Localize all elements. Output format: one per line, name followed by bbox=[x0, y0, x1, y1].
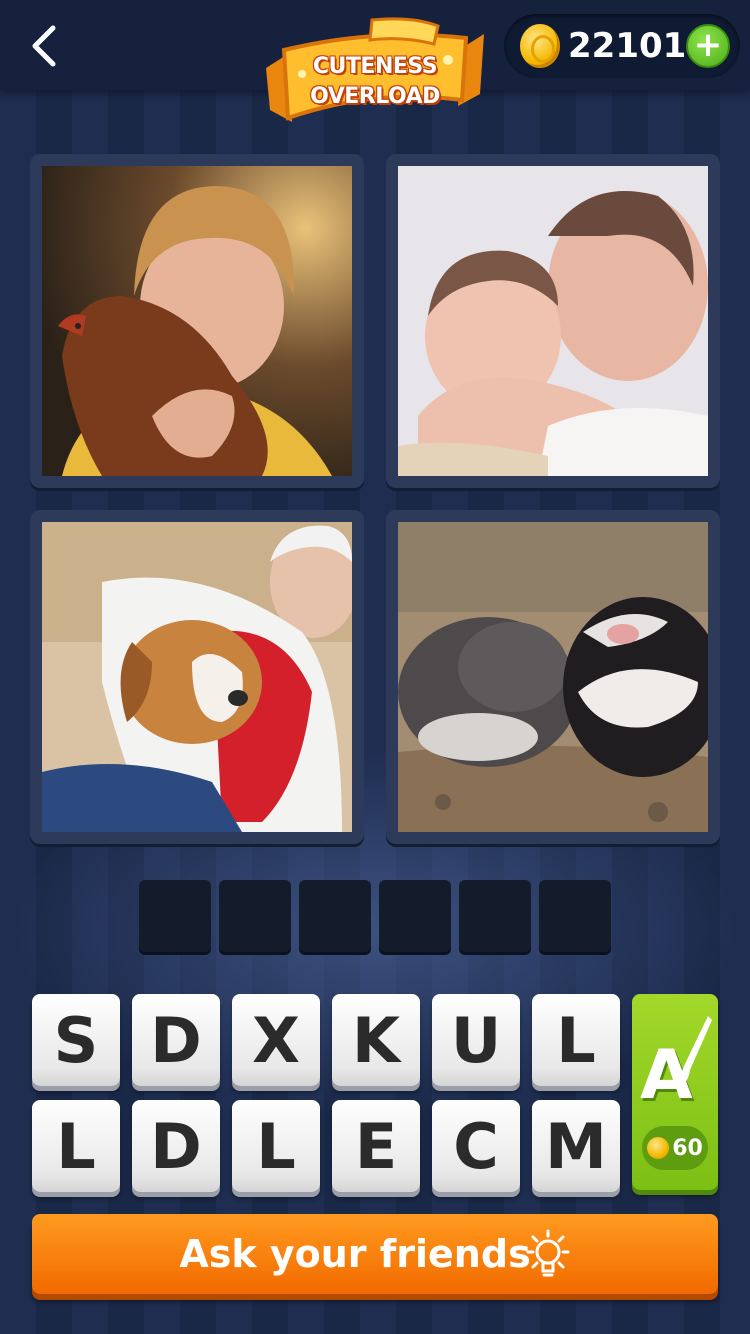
photo-frame-2 bbox=[386, 154, 720, 488]
level-pack-banner: CUTENESS OVERLOAD bbox=[262, 14, 488, 126]
letter-tile[interactable]: U bbox=[432, 994, 520, 1086]
photo-two-penguins bbox=[398, 522, 708, 832]
coin-balance: 22101 + bbox=[504, 14, 740, 78]
lightbulb-icon bbox=[526, 1229, 570, 1277]
letter-tile[interactable]: S bbox=[32, 994, 120, 1086]
letter-tile[interactable]: L bbox=[232, 1100, 320, 1192]
photo-woman-hugging-beagle bbox=[42, 522, 352, 832]
letter-tile[interactable]: M bbox=[532, 1100, 620, 1192]
answer-slot[interactable] bbox=[379, 880, 451, 952]
photo-frame-3 bbox=[30, 510, 364, 844]
letter-tile[interactable]: D bbox=[132, 994, 220, 1086]
hint-price: 60 bbox=[642, 1126, 708, 1170]
ask-friends-label: Ask your friends bbox=[179, 1232, 531, 1276]
answer-slot[interactable] bbox=[219, 880, 291, 952]
banner-line-2: OVERLOAD bbox=[310, 84, 440, 109]
coin-count: 22101 bbox=[568, 26, 687, 66]
letter-tile[interactable]: L bbox=[32, 1100, 120, 1192]
answer-slot[interactable] bbox=[139, 880, 211, 952]
photo-two-newborn-babies bbox=[398, 166, 708, 476]
answer-slot[interactable] bbox=[459, 880, 531, 952]
answer-slot[interactable] bbox=[299, 880, 371, 952]
photo-frame-1 bbox=[30, 154, 364, 488]
banner-line-1: CUTENESS bbox=[312, 54, 438, 79]
letter-tile[interactable]: E bbox=[332, 1100, 420, 1192]
chevron-left-icon bbox=[32, 25, 56, 67]
ask-friends-button[interactable]: Ask your friends bbox=[32, 1214, 718, 1294]
answer-slot[interactable] bbox=[539, 880, 611, 952]
answer-slots bbox=[139, 880, 611, 952]
reveal-letter-button[interactable]: A 60 bbox=[632, 994, 718, 1190]
letter-tile[interactable]: D bbox=[132, 1100, 220, 1192]
letter-tile[interactable]: L bbox=[532, 994, 620, 1086]
letter-tile[interactable]: K bbox=[332, 994, 420, 1086]
coin-icon bbox=[520, 24, 560, 68]
hint-price-value: 60 bbox=[672, 1135, 703, 1161]
letter-tile[interactable]: X bbox=[232, 994, 320, 1086]
photo-frame-4 bbox=[386, 510, 720, 844]
photo-boy-hugging-hen bbox=[42, 166, 352, 476]
back-button[interactable] bbox=[22, 22, 66, 70]
coin-icon bbox=[647, 1137, 670, 1159]
paintbrush-icon bbox=[678, 1016, 712, 1088]
buy-coins-button[interactable]: + bbox=[686, 24, 730, 68]
letter-tile[interactable]: C bbox=[432, 1100, 520, 1192]
